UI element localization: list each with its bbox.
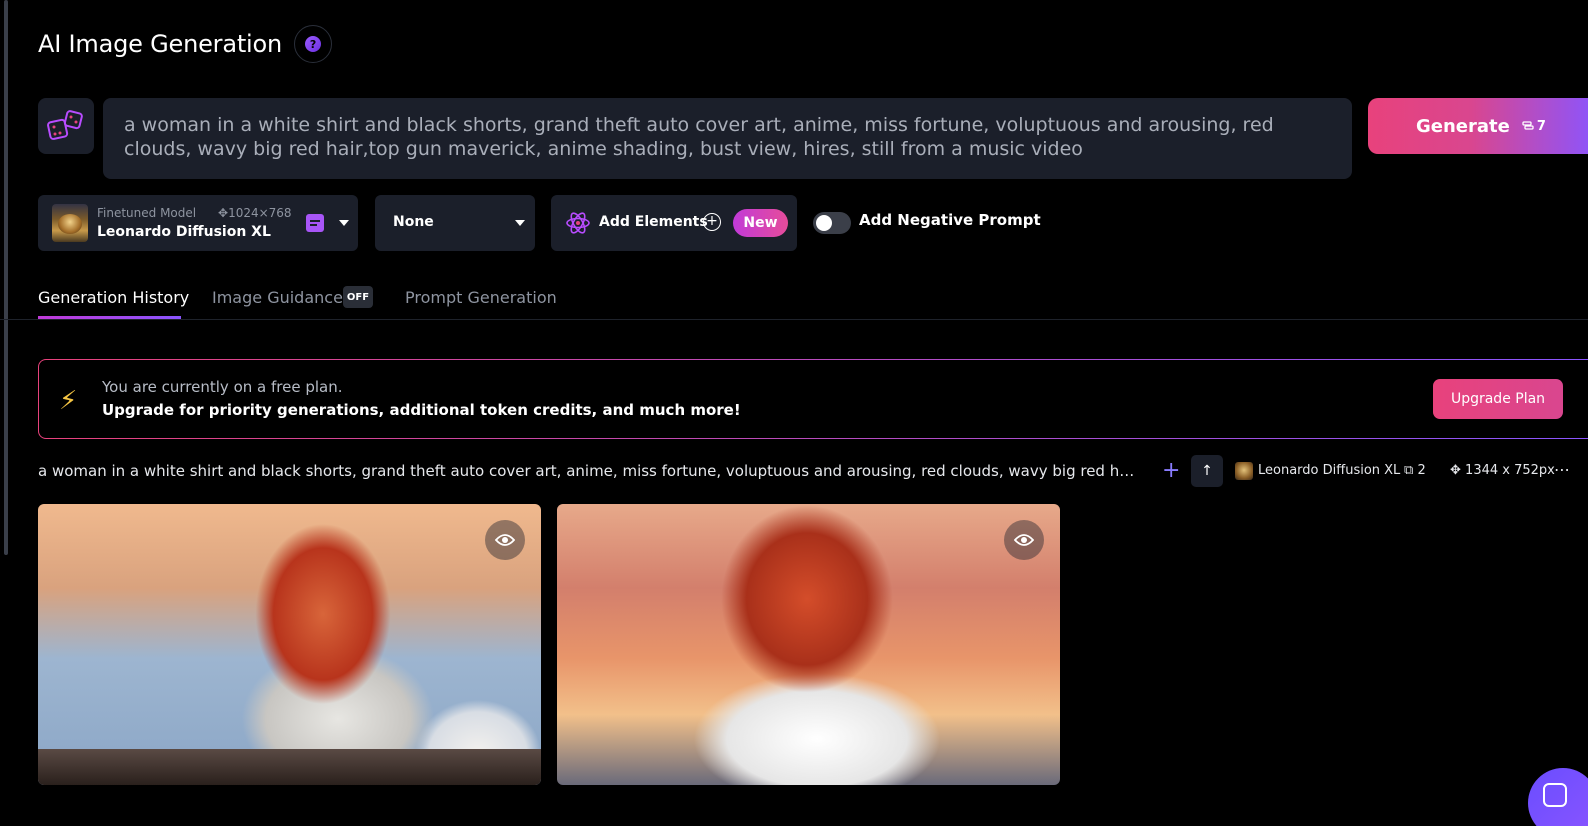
toggle-knob — [816, 215, 832, 231]
image-guidance-status-badge: OFF — [343, 286, 373, 308]
generate-button[interactable]: Generate 7 — [1368, 98, 1588, 154]
negative-prompt-toggle[interactable] — [813, 212, 851, 234]
eye-icon[interactable] — [1004, 520, 1044, 560]
page-title: AI Image Generation — [38, 30, 283, 58]
page-header: AI Image Generation ? — [38, 24, 333, 64]
question-icon: ? — [305, 36, 322, 52]
token-icon — [1522, 121, 1534, 130]
model-select[interactable]: Finetuned Model ✥1024×768 Leonardo Diffu… — [38, 195, 358, 251]
style-select[interactable]: None — [375, 195, 535, 251]
plus-circle-icon: + — [703, 213, 721, 231]
move-icon: ✥ — [1450, 463, 1461, 478]
image-count: ⧉ 2 — [1404, 463, 1426, 478]
arrow-up-icon: ↑ — [1201, 463, 1213, 479]
chat-support-button[interactable] — [1528, 768, 1588, 826]
help-button[interactable]: ? — [294, 25, 333, 63]
random-prompt-button[interactable] — [38, 98, 94, 154]
atom-icon — [566, 212, 590, 234]
model-thumbnail — [52, 204, 88, 242]
negative-prompt-label: Add Negative Prompt — [859, 211, 1041, 229]
upgrade-plan-button[interactable]: Upgrade Plan — [1433, 379, 1563, 419]
more-options-icon[interactable]: ⋯ — [1554, 460, 1570, 479]
style-value: None — [393, 214, 434, 230]
generation-prompt[interactable]: a woman in a white shirt and black short… — [38, 462, 1143, 480]
model-info-icon[interactable] — [306, 214, 324, 232]
tab-bar: Generation History Image Guidance Prompt… — [0, 280, 1588, 320]
generation-model: Leonardo Diffusion XL — [1258, 463, 1401, 478]
dice-icon — [47, 110, 83, 140]
left-scrollbar[interactable] — [4, 0, 8, 555]
model-thumbnail — [1235, 462, 1253, 480]
tab-prompt-generation[interactable]: Prompt Generation — [405, 288, 557, 307]
model-caption: Finetuned Model — [97, 206, 197, 220]
prompt-input[interactable]: a woman in a white shirt and black short… — [103, 98, 1352, 179]
generated-image[interactable] — [38, 504, 541, 785]
active-tab-indicator — [38, 316, 181, 319]
chevron-down-icon[interactable] — [339, 220, 349, 226]
add-elements-label: Add Elements — [599, 214, 708, 230]
generate-label: Generate — [1416, 115, 1510, 137]
token-count: 7 — [1536, 118, 1546, 134]
token-cost: 7 — [1522, 119, 1546, 134]
add-elements-button[interactable]: Add Elements + New — [551, 195, 797, 251]
eye-icon[interactable] — [485, 520, 525, 560]
new-badge: New — [733, 209, 788, 237]
tab-image-guidance[interactable]: Image Guidance — [212, 288, 343, 307]
generated-image[interactable] — [557, 504, 1060, 785]
banner-submessage: Upgrade for priority generations, additi… — [102, 401, 741, 419]
reuse-prompt-button[interactable]: ↑ — [1191, 455, 1223, 487]
chat-icon — [1543, 783, 1567, 807]
upgrade-banner: ⚡ You are currently on a free plan. Upgr… — [38, 359, 1588, 439]
chevron-down-icon — [515, 220, 525, 226]
banner-message: You are currently on a free plan. — [102, 378, 343, 396]
model-name: Leonardo Diffusion XL — [97, 224, 271, 240]
lightning-icon: ⚡ — [59, 386, 78, 416]
generation-info-row: a woman in a white shirt and black short… — [38, 455, 1588, 487]
plus-icon[interactable]: + — [1162, 458, 1180, 483]
move-icon: ✥ — [218, 206, 229, 220]
images-icon: ⧉ — [1404, 463, 1414, 478]
image-dimensions: ✥ 1344 x 752px — [1450, 463, 1555, 478]
tab-generation-history[interactable]: Generation History — [38, 288, 189, 307]
model-resolution: ✥1024×768 — [218, 206, 292, 220]
